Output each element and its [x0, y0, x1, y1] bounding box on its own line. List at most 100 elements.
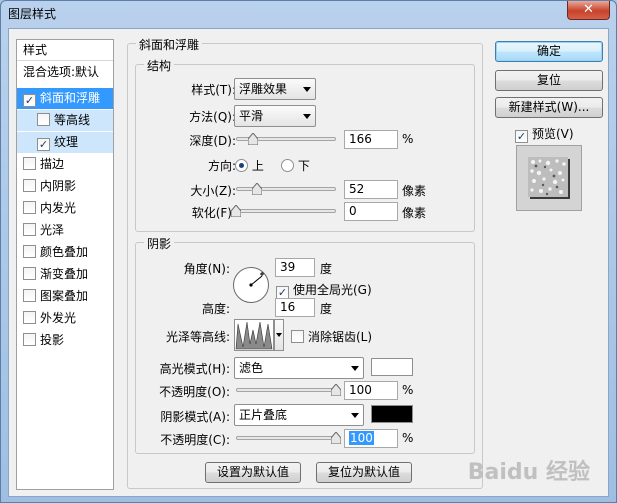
style-list-header[interactable]: 样式: [17, 40, 113, 61]
slider-thumb[interactable]: [247, 133, 258, 145]
inner-shadow-checkbox[interactable]: [23, 179, 36, 192]
style-item-inner-shadow[interactable]: 内阴影: [17, 176, 113, 197]
inner-glow-checkbox[interactable]: [23, 201, 36, 214]
slider-thumb[interactable]: [231, 205, 241, 217]
make-default-button[interactable]: 设置为默认值: [205, 462, 301, 483]
contour-checkbox[interactable]: [37, 113, 50, 126]
highlight-opacity-unit: %: [402, 383, 414, 397]
depth-label: 深度(D):: [189, 134, 236, 148]
preview-checkbox[interactable]: ✓: [515, 130, 528, 143]
bevel-emboss-group: 斜面和浮雕 结构 样式(T): 浮雕效果 方法(Q): 平滑 深度(D): 16…: [127, 36, 483, 489]
dialog-body: 样式 混合选项:默认 ✓ 斜面和浮雕 等高线 ✓ 纹理 描边 内阴影 内发光 光泽: [8, 28, 609, 497]
direction-label: 方向:: [207, 159, 236, 173]
direction-up-radio[interactable]: [235, 159, 248, 172]
reset-default-button[interactable]: 复位为默认值: [316, 462, 412, 483]
drop-shadow-checkbox[interactable]: [23, 333, 36, 346]
slider-thumb[interactable]: [252, 183, 262, 195]
shading-group: 阴影 角度(N): 39 度 ✓ 使用全局光(G) 高度: 16 度 光泽等高线:: [135, 235, 475, 454]
style-item-satin[interactable]: 光泽: [17, 220, 113, 241]
ok-button[interactable]: 确定: [495, 41, 603, 62]
angle-field[interactable]: 39: [275, 258, 315, 277]
style-item-bevel-emboss[interactable]: ✓ 斜面和浮雕: [17, 88, 113, 109]
style-item-label: 外发光: [40, 311, 77, 325]
global-light-option[interactable]: ✓ 使用全局光(G): [276, 281, 372, 299]
soften-label: 软化(F):: [191, 206, 236, 220]
bevel-style-select[interactable]: 浮雕效果: [234, 78, 316, 100]
style-item-stroke[interactable]: 描边: [17, 154, 113, 175]
style-item-color-overlay[interactable]: 颜色叠加: [17, 242, 113, 263]
size-label: 大小(Z):: [190, 184, 236, 198]
style-item-inner-glow[interactable]: 内发光: [17, 198, 113, 219]
style-item-label: 投影: [40, 333, 65, 347]
gradient-overlay-checkbox[interactable]: [23, 267, 36, 280]
reset-button[interactable]: 复位: [495, 70, 603, 91]
technique-label: 方法(Q):: [189, 110, 236, 124]
pattern-overlay-checkbox[interactable]: [23, 289, 36, 302]
gloss-contour-dropdown[interactable]: [274, 319, 284, 351]
bevel-emboss-checkbox[interactable]: ✓: [23, 94, 36, 107]
angle-unit: 度: [320, 262, 333, 276]
highlight-opacity-field[interactable]: 100: [344, 381, 398, 400]
gloss-contour-picker[interactable]: [234, 319, 274, 351]
style-item-pattern-overlay[interactable]: 图案叠加: [17, 286, 113, 307]
direction-up-label: 上: [251, 159, 264, 173]
new-style-button[interactable]: 新建样式(W)...: [495, 97, 603, 118]
structure-title: 结构: [144, 57, 175, 74]
slider-track: [236, 388, 336, 392]
direction-up-option[interactable]: 上: [235, 157, 264, 174]
altitude-field[interactable]: 16: [275, 298, 315, 317]
angle-label: 角度(N):: [183, 262, 230, 276]
style-item-gradient-overlay[interactable]: 渐变叠加: [17, 264, 113, 285]
close-button[interactable]: ✕: [567, 1, 610, 20]
structure-group: 结构 样式(T): 浮雕效果 方法(Q): 平滑 深度(D): 166 % 方向…: [135, 57, 475, 232]
shadow-mode-value: 正片叠底: [239, 408, 288, 422]
stroke-checkbox[interactable]: [23, 157, 36, 170]
slider-thumb[interactable]: [331, 384, 341, 396]
style-item-drop-shadow[interactable]: 投影: [17, 330, 113, 351]
global-light-label: 使用全局光(G): [293, 283, 372, 297]
antialias-option[interactable]: 消除锯齿(L): [291, 328, 372, 345]
style-item-outer-glow[interactable]: 外发光: [17, 308, 113, 329]
highlight-color-swatch[interactable]: [371, 358, 413, 376]
color-overlay-checkbox[interactable]: [23, 245, 36, 258]
slider-thumb[interactable]: [331, 432, 341, 444]
outer-glow-checkbox[interactable]: [23, 311, 36, 324]
technique-select[interactable]: 平滑: [234, 105, 316, 127]
soften-field[interactable]: 0: [344, 202, 398, 221]
style-item-label: 图案叠加: [40, 289, 89, 303]
technique-value: 平滑: [239, 109, 264, 123]
highlight-opacity-slider[interactable]: [236, 384, 341, 398]
style-item-contour[interactable]: 等高线: [17, 110, 113, 131]
size-field[interactable]: 52: [344, 180, 398, 199]
texture-checkbox[interactable]: ✓: [37, 138, 50, 151]
size-slider[interactable]: [236, 183, 336, 197]
style-item-label: 内阴影: [40, 179, 77, 193]
depth-field[interactable]: 166: [344, 130, 398, 149]
gloss-contour-label: 光泽等高线:: [165, 330, 230, 344]
preview-thumbnail: [516, 145, 582, 211]
direction-down-label: 下: [297, 159, 310, 173]
style-item-texture[interactable]: ✓ 纹理: [17, 132, 113, 153]
highlight-mode-select[interactable]: 滤色: [234, 357, 364, 379]
shadow-opacity-field[interactable]: 100: [344, 429, 398, 448]
highlight-mode-label: 高光模式(H):: [159, 362, 230, 376]
preview-option[interactable]: ✓ 预览(V): [515, 125, 574, 143]
blend-options-item[interactable]: 混合选项:默认: [17, 62, 113, 83]
direction-down-radio[interactable]: [281, 159, 294, 172]
soften-slider[interactable]: [231, 205, 336, 219]
depth-slider[interactable]: [236, 133, 336, 147]
shadow-mode-select[interactable]: 正片叠底: [234, 404, 364, 426]
shadow-color-swatch[interactable]: [371, 405, 413, 423]
satin-checkbox[interactable]: [23, 223, 36, 236]
depth-unit: %: [402, 132, 414, 146]
style-item-label: 描边: [40, 157, 65, 171]
soften-unit: 像素: [402, 206, 427, 220]
direction-down-option[interactable]: 下: [281, 157, 310, 174]
shadow-opacity-slider[interactable]: [236, 432, 341, 446]
window-title: 图层样式: [8, 7, 57, 21]
angle-dial[interactable]: [233, 267, 269, 303]
layer-style-dialog: 图层样式 ✕ 样式 混合选项:默认 ✓ 斜面和浮雕 等高线 ✓ 纹理 描边 内阴影: [0, 0, 617, 503]
antialias-checkbox[interactable]: [291, 330, 304, 343]
title-bar[interactable]: 图层样式 ✕: [1, 1, 616, 25]
shadow-mode-label: 阴影模式(A):: [160, 410, 230, 424]
